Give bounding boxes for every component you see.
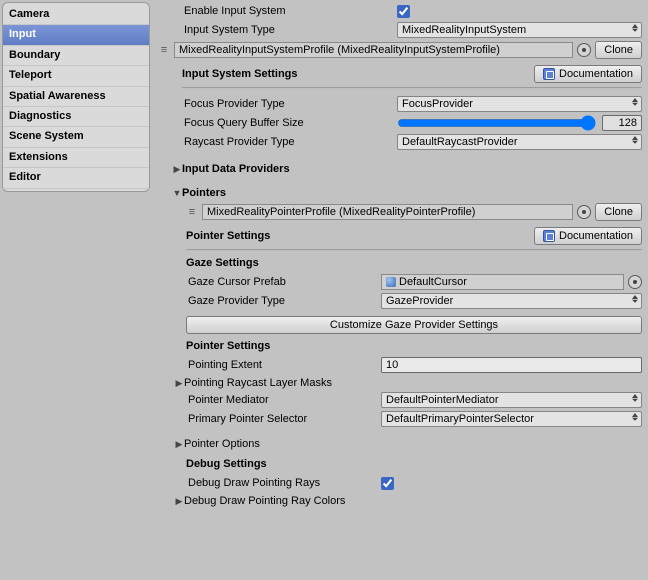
raycast-masks-title: Pointing Raycast Layer Masks <box>184 377 332 389</box>
chevron-right-icon <box>172 163 182 175</box>
documentation-button[interactable]: Documentation <box>534 65 642 83</box>
pointing-extent-label: Pointing Extent <box>186 359 381 371</box>
focus-provider-label: Focus Provider Type <box>182 98 397 110</box>
documentation-icon <box>543 68 555 80</box>
debug-draw-colors-foldout[interactable]: Debug Draw Pointing Ray Colors <box>174 493 642 509</box>
pointers-title: Pointers <box>182 187 226 199</box>
sidebar-item-editor[interactable]: Editor <box>3 168 149 188</box>
customize-gaze-button[interactable]: Customize Gaze Provider Settings <box>186 316 642 334</box>
pointer-options-foldout[interactable]: Pointer Options <box>174 436 642 452</box>
mediator-label: Pointer Mediator <box>186 394 381 406</box>
chevron-right-icon <box>174 495 184 507</box>
mediator-dropdown[interactable]: DefaultPointerMediator <box>381 392 642 408</box>
sidebar-item-boundary[interactable]: Boundary <box>3 46 149 66</box>
sidebar-item-teleport[interactable]: Teleport <box>3 66 149 86</box>
sidebar-item-scene-system[interactable]: Scene System <box>3 127 149 147</box>
divider <box>186 249 642 251</box>
raycast-provider-label: Raycast Provider Type <box>182 136 397 148</box>
object-picker-button[interactable] <box>577 205 591 219</box>
chevron-right-icon <box>174 438 184 450</box>
clone-button[interactable]: Clone <box>595 41 642 59</box>
chevron-right-icon <box>174 377 184 389</box>
sidebar-item-spatial-awareness[interactable]: Spatial Awareness <box>3 87 149 107</box>
pointers-foldout[interactable]: Pointers <box>154 185 642 201</box>
input-data-providers-title: Input Data Providers <box>182 163 290 175</box>
prefab-icon <box>386 277 396 287</box>
input-system-type-dropdown[interactable]: MixedRealityInputSystem <box>397 22 642 38</box>
input-profile-field[interactable]: MixedRealityInputSystemProfile (MixedRea… <box>174 42 573 58</box>
gaze-cursor-prefab-field[interactable]: DefaultCursor <box>381 274 624 290</box>
sidebar-item-camera[interactable]: Camera <box>3 5 149 25</box>
sidebar-item-input[interactable]: Input <box>3 25 149 45</box>
gaze-cursor-label: Gaze Cursor Prefab <box>186 276 381 288</box>
pointer-settings-title: Pointer Settings <box>186 230 270 242</box>
clone-button[interactable]: Clone <box>595 203 642 221</box>
main-panel: Enable Input System Input System Type Mi… <box>154 0 648 580</box>
focus-buffer-slider[interactable] <box>397 116 596 130</box>
raycast-provider-dropdown[interactable]: DefaultRaycastProvider <box>397 134 642 150</box>
focus-buffer-value[interactable]: 128 <box>602 115 642 131</box>
focus-provider-dropdown[interactable]: FocusProvider <box>397 96 642 112</box>
object-picker-button[interactable] <box>628 275 642 289</box>
profile-icon: ≡ <box>186 206 198 218</box>
sidebar-item-extensions[interactable]: Extensions <box>3 148 149 168</box>
raycast-masks-foldout[interactable]: Pointing Raycast Layer Masks <box>174 375 642 391</box>
pointer-settings-subtitle: Pointer Settings <box>186 340 642 352</box>
debug-draw-rays-checkbox[interactable] <box>381 477 394 490</box>
gaze-settings-title: Gaze Settings <box>186 257 642 269</box>
debug-settings-title: Debug Settings <box>186 458 642 470</box>
sidebar: Camera Input Boundary Teleport Spatial A… <box>2 2 150 192</box>
focus-buffer-label: Focus Query Buffer Size <box>182 117 397 129</box>
pointer-options-title: Pointer Options <box>184 438 260 450</box>
enable-input-checkbox[interactable] <box>397 5 410 18</box>
documentation-icon <box>543 230 555 242</box>
debug-draw-rays-label: Debug Draw Pointing Rays <box>186 477 381 489</box>
documentation-button[interactable]: Documentation <box>534 227 642 245</box>
profile-icon: ≡ <box>158 44 170 56</box>
sidebar-item-diagnostics[interactable]: Diagnostics <box>3 107 149 127</box>
pointer-profile-field[interactable]: MixedRealityPointerProfile (MixedReality… <box>202 204 573 220</box>
primary-selector-label: Primary Pointer Selector <box>186 413 381 425</box>
enable-input-label: Enable Input System <box>182 5 397 17</box>
input-data-providers-foldout[interactable]: Input Data Providers <box>154 161 642 177</box>
object-picker-button[interactable] <box>577 43 591 57</box>
gaze-provider-dropdown[interactable]: GazeProvider <box>381 293 642 309</box>
input-system-settings-title: Input System Settings <box>182 68 298 80</box>
chevron-down-icon <box>172 187 182 199</box>
divider <box>182 87 642 89</box>
debug-draw-colors-title: Debug Draw Pointing Ray Colors <box>184 495 345 507</box>
primary-selector-dropdown[interactable]: DefaultPrimaryPointerSelector <box>381 411 642 427</box>
gaze-provider-label: Gaze Provider Type <box>186 295 381 307</box>
pointing-extent-input[interactable]: 10 <box>381 357 642 373</box>
input-system-type-label: Input System Type <box>182 24 397 36</box>
